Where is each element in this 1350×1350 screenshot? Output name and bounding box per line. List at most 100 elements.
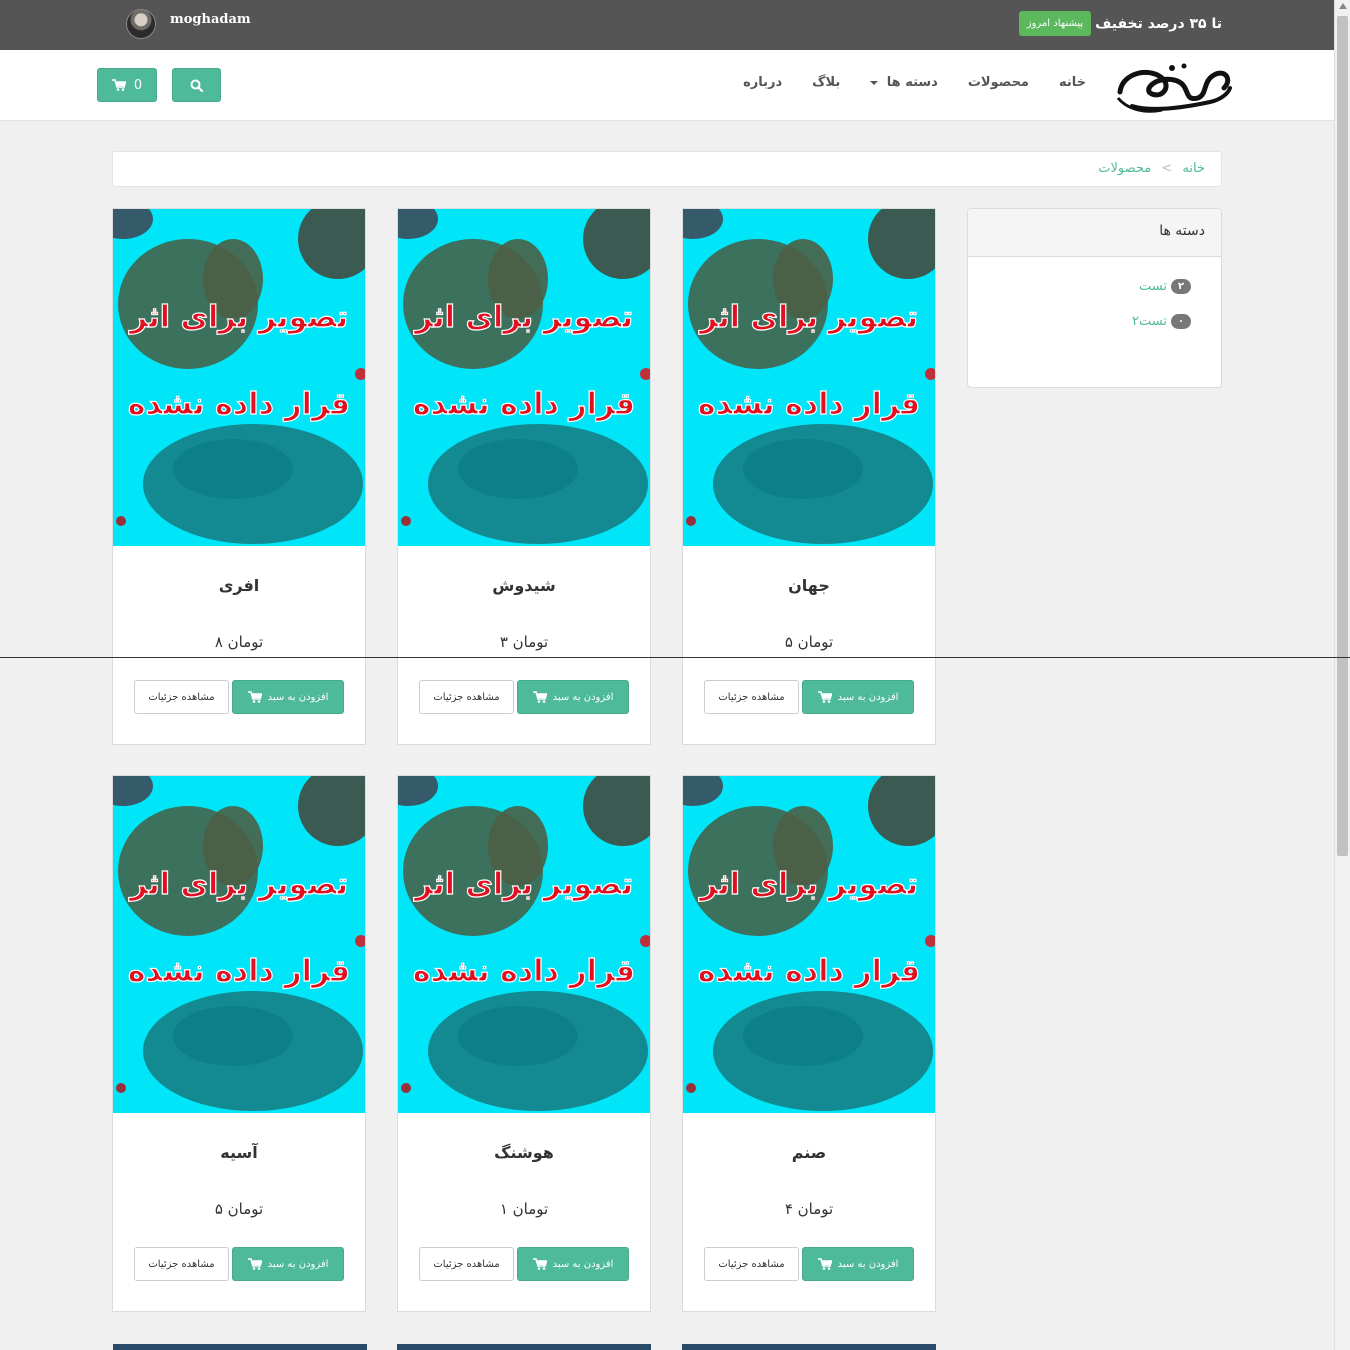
add-to-cart-button[interactable]: افزودن به سبد	[232, 680, 344, 714]
view-details-button[interactable]: مشاهده جزئیات	[134, 680, 229, 714]
product-card[interactable]: تصویر برای اثر قرار داده نشده شیدوش توما…	[397, 208, 651, 745]
user-menu[interactable]: moghadam	[126, 9, 251, 39]
product-price: تومان ۵	[214, 1200, 264, 1218]
placeholder-image-icon: تصویر برای اثر قرار داده نشده	[398, 776, 650, 1113]
cart-count: 0	[133, 77, 143, 93]
product-image[interactable]: تصویر برای اثر قرار داده نشده	[113, 776, 365, 1113]
product-card[interactable]: تصویر برای اثر قرار داده نشده جهان تومان…	[682, 208, 936, 745]
placeholder-line-1: تصویر برای اثر	[698, 300, 918, 335]
avatar[interactable]	[126, 9, 156, 39]
product-image[interactable]: تصویر برای اثر قرار داده نشده	[398, 209, 650, 546]
placeholder-line-2: قرار داده نشده	[128, 954, 350, 989]
shopping-cart-icon	[817, 691, 832, 703]
shopping-cart-icon	[532, 1258, 547, 1270]
shopping-cart-icon	[111, 79, 126, 91]
view-details-button[interactable]: مشاهده جزئیات	[419, 680, 514, 714]
shopping-cart-icon	[532, 691, 547, 703]
add-to-cart-label: افزودن به سبد	[837, 691, 899, 703]
category-label[interactable]: تست	[1139, 279, 1167, 294]
breadcrumb-home[interactable]: خانه	[1182, 161, 1205, 176]
nav-categories-label: دسته ها	[886, 75, 938, 90]
placeholder-line-2: قرار داده نشده	[698, 954, 920, 989]
nav-products[interactable]: محصولات	[968, 75, 1029, 90]
placeholder-line-1: تصویر برای اثر	[413, 300, 633, 335]
nav-home[interactable]: خانه	[1059, 75, 1086, 90]
product-actions: مشاهده جزئیات افزودن به سبد	[704, 1247, 914, 1281]
add-to-cart-button[interactable]: افزودن به سبد	[232, 1247, 344, 1281]
placeholder-line-2: قرار داده نشده	[413, 387, 635, 422]
category-item[interactable]: ۰ تست۲	[998, 314, 1191, 329]
product-card[interactable]: تصویر برای اثر قرار داده نشده صنم تومان …	[682, 775, 936, 1312]
add-to-cart-button[interactable]: افزودن به سبد	[517, 680, 629, 714]
product-price: تومان ۴	[784, 1200, 834, 1218]
category-count-badge: ۲	[1171, 279, 1191, 294]
add-to-cart-button[interactable]: افزودن به سبد	[802, 680, 914, 714]
view-details-button[interactable]: مشاهده جزئیات	[704, 1247, 799, 1281]
product-image[interactable]: تصویر برای اثر قرار داده نشده	[683, 776, 935, 1113]
categories-list: ۲ تست ۰ تست۲	[968, 257, 1221, 371]
next-row-card-image	[113, 1344, 367, 1350]
product-price: تومان ۳	[499, 633, 549, 651]
nav-categories-dropdown[interactable]: دسته ها	[870, 75, 938, 90]
category-label[interactable]: تست۲	[1132, 314, 1167, 329]
placeholder-line-1: تصویر برای اثر	[128, 300, 348, 335]
scrollbar[interactable]	[1334, 0, 1350, 1350]
product-name[interactable]: جهان	[683, 576, 935, 595]
product-price: تومان ۱	[499, 1200, 549, 1218]
scroll-up-arrow-icon[interactable]	[1339, 3, 1347, 9]
add-to-cart-label: افزودن به سبد	[837, 1258, 899, 1270]
placeholder-image-icon: تصویر برای اثر قرار داده نشده	[398, 209, 650, 546]
product-card[interactable]: تصویر برای اثر قرار داده نشده افری تومان…	[112, 208, 366, 745]
nav-about[interactable]: درباره	[743, 75, 782, 90]
placeholder-line-2: قرار داده نشده	[128, 387, 350, 422]
view-details-button[interactable]: مشاهده جزئیات	[419, 1247, 514, 1281]
username[interactable]: moghadam	[170, 12, 251, 27]
breadcrumb: خانه > محصولات	[112, 151, 1222, 187]
category-count-badge: ۰	[1171, 314, 1191, 329]
product-price: تومان ۵	[784, 633, 834, 651]
caret-down-icon	[870, 80, 879, 85]
promo-badge[interactable]: پیشنهاد امروز	[1018, 11, 1092, 36]
product-actions: مشاهده جزئیات افزودن به سبد	[419, 1247, 629, 1281]
shopping-cart-icon	[247, 691, 262, 703]
add-to-cart-button[interactable]: افزودن به سبد	[517, 1247, 629, 1281]
scroll-thumb[interactable]	[1337, 16, 1348, 856]
view-details-button[interactable]: مشاهده جزئیات	[134, 1247, 229, 1281]
search-button[interactable]	[172, 68, 221, 102]
next-row-card-image	[397, 1344, 651, 1350]
product-name[interactable]: هوشنگ	[398, 1143, 650, 1162]
breadcrumb-current[interactable]: محصولات	[1098, 161, 1151, 176]
add-to-cart-label: افزودن به سبد	[267, 1258, 329, 1270]
cart-button[interactable]: 0	[97, 68, 157, 102]
add-to-cart-button[interactable]: افزودن به سبد	[802, 1247, 914, 1281]
placeholder-line-2: قرار داده نشده	[698, 387, 920, 422]
product-image[interactable]: تصویر برای اثر قرار داده نشده	[113, 209, 365, 546]
product-actions: مشاهده جزئیات افزودن به سبد	[704, 680, 914, 714]
product-actions: مشاهده جزئیات افزودن به سبد	[419, 680, 629, 714]
product-name[interactable]: صنم	[683, 1143, 935, 1162]
placeholder-image-icon: تصویر برای اثر قرار داده نشده	[113, 776, 365, 1113]
placeholder-line-1: تصویر برای اثر	[128, 867, 348, 902]
product-card[interactable]: تصویر برای اثر قرار داده نشده آسیه تومان…	[112, 775, 366, 1312]
product-image[interactable]: تصویر برای اثر قرار داده نشده	[398, 776, 650, 1113]
product-card[interactable]: تصویر برای اثر قرار داده نشده هوشنگ توما…	[397, 775, 651, 1312]
add-to-cart-label: افزودن به سبد	[267, 691, 329, 703]
top-bar: moghadam تا ۳۵ درصد تخفیف پیشنهاد امروز	[0, 0, 1334, 50]
nav-blog[interactable]: بلاگ	[812, 75, 840, 90]
product-image[interactable]: تصویر برای اثر قرار داده نشده	[683, 209, 935, 546]
product-name[interactable]: شیدوش	[398, 576, 650, 595]
next-row-card-image	[682, 1344, 936, 1350]
product-name[interactable]: افری	[113, 576, 365, 595]
category-item[interactable]: ۲ تست	[998, 279, 1191, 294]
promo-text: تا ۳۵ درصد تخفیف	[1095, 15, 1222, 32]
shopping-cart-icon	[817, 1258, 832, 1270]
product-name[interactable]: آسیه	[113, 1143, 365, 1162]
view-details-button[interactable]: مشاهده جزئیات	[704, 680, 799, 714]
breadcrumb-separator: >	[1161, 161, 1173, 176]
search-icon	[190, 79, 203, 92]
placeholder-image-icon: تصویر برای اثر قرار داده نشده	[113, 209, 365, 546]
categories-panel: دسته ها ۲ تست ۰ تست۲	[967, 208, 1222, 388]
product-price: تومان ۸	[214, 633, 264, 651]
site-logo[interactable]	[1112, 58, 1234, 118]
product-actions: مشاهده جزئیات افزودن به سبد	[134, 680, 344, 714]
